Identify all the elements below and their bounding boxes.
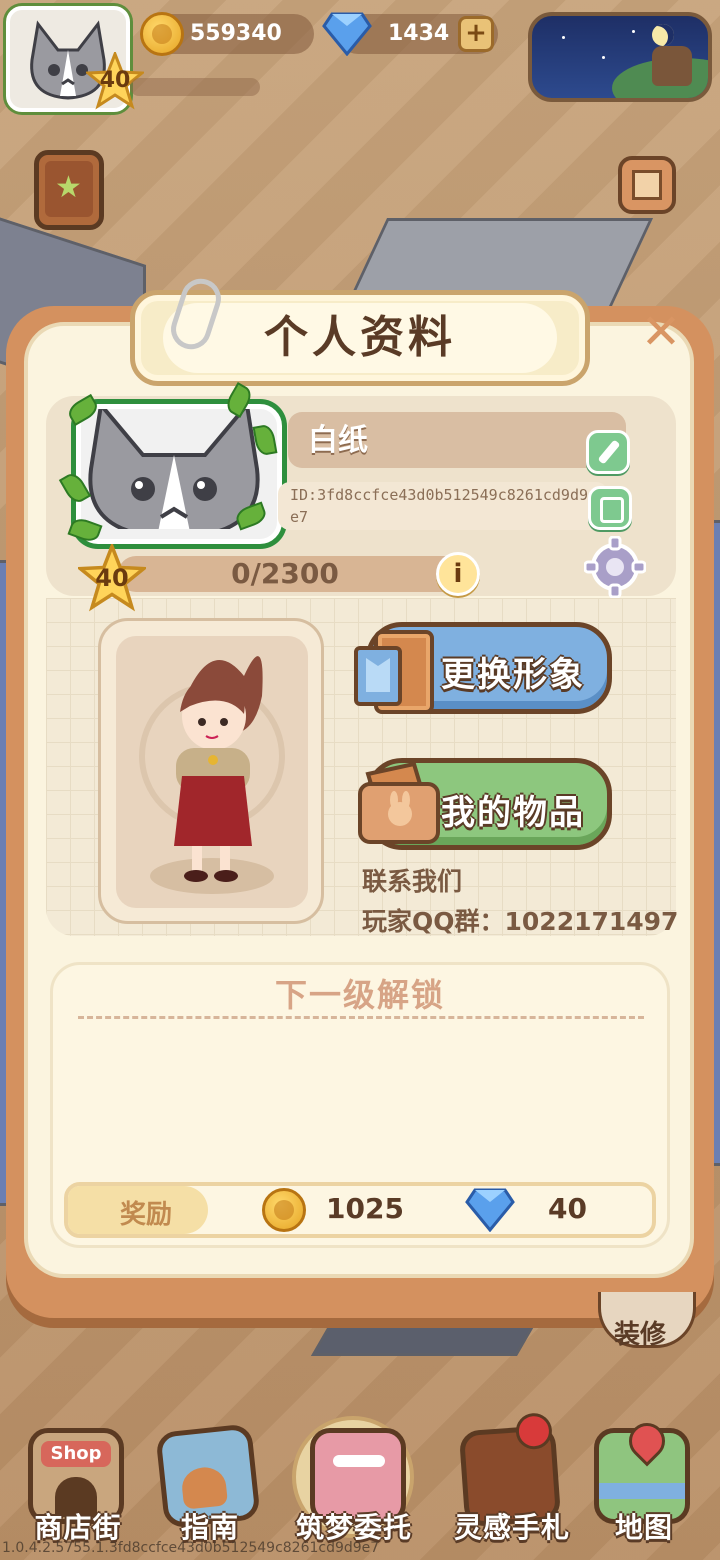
cat-icon — [652, 46, 692, 86]
nav-dream-commission[interactable]: 筑梦委托 — [292, 1416, 414, 1550]
copy-id-button[interactable] — [588, 486, 632, 530]
next-level-unlock-title: 下一级解锁 — [274, 976, 445, 1014]
my-items-label: 我的物品 — [441, 793, 585, 833]
xp-progress-text: 0/2300 — [231, 557, 339, 590]
nav-inspiration-notes[interactable]: 灵感手札 — [452, 1412, 572, 1550]
notebook-label — [333, 1455, 385, 1467]
bag-icon — [358, 761, 440, 844]
hud-xp-bar — [130, 78, 260, 96]
coin-amount: 559340 — [190, 21, 282, 46]
box-icon — [632, 170, 662, 200]
moon-icon — [652, 24, 674, 46]
character-avatar-icon — [139, 656, 285, 894]
contact-us-title: 联系我们 — [362, 867, 463, 896]
nickname-text: 白纸 — [308, 423, 368, 458]
add-gems-button[interactable]: + — [458, 16, 494, 52]
nav-guide[interactable]: 指南 — [150, 1420, 270, 1550]
star-book-button[interactable]: ★ — [34, 150, 104, 230]
level-star: 40 — [78, 544, 146, 612]
star-dot — [602, 56, 605, 59]
night-scene-card[interactable] — [528, 12, 712, 102]
storage-box-button[interactable] — [618, 156, 676, 214]
gem-icon — [465, 1188, 515, 1232]
nav-label: 地图 — [614, 1511, 673, 1544]
star-dot — [632, 30, 635, 33]
nav-shop-street[interactable]: Shop 商店街 — [18, 1420, 138, 1550]
gem-icon — [322, 12, 372, 56]
map-pin-shape — [621, 1415, 673, 1467]
nav-map[interactable]: 地图 — [584, 1415, 704, 1550]
close-button[interactable]: ✕ — [638, 308, 684, 356]
river-shape — [599, 1483, 685, 1499]
reward-coin-amount: 1025 — [326, 1192, 404, 1225]
star-dot — [562, 36, 565, 39]
divider — [78, 1016, 644, 1019]
change-appearance-label: 更换形象 — [441, 655, 585, 695]
coin-icon — [262, 1188, 306, 1232]
decorate-label: 装修 — [614, 1320, 667, 1350]
player-id-text: ID:3fd8ccfce43d0b512549c8261cd9d9e7 — [290, 486, 589, 526]
shop-sign: Shop — [41, 1441, 111, 1467]
character-preview — [116, 636, 308, 908]
info-button[interactable]: i — [436, 552, 480, 596]
settings-gear-icon[interactable] — [584, 536, 646, 598]
fox-shape — [180, 1465, 229, 1510]
edit-name-button[interactable] — [586, 430, 630, 474]
gem-amount: 1434 — [388, 21, 450, 46]
version-text: 1.0.4.2.5755.1.3fd8ccfce43d0b512549c8261… — [2, 1540, 380, 1556]
reward-label: 奖励 — [120, 1200, 173, 1230]
star-icon: ★ — [55, 170, 82, 205]
wardrobe-icon — [354, 630, 434, 714]
level-text: 40 — [95, 564, 129, 592]
qq-group-text: 玩家QQ群：1022171497 — [362, 907, 679, 936]
coin-icon — [140, 12, 184, 56]
reward-gem-amount: 40 — [548, 1192, 587, 1225]
nav-label: 灵感手札 — [453, 1511, 570, 1544]
